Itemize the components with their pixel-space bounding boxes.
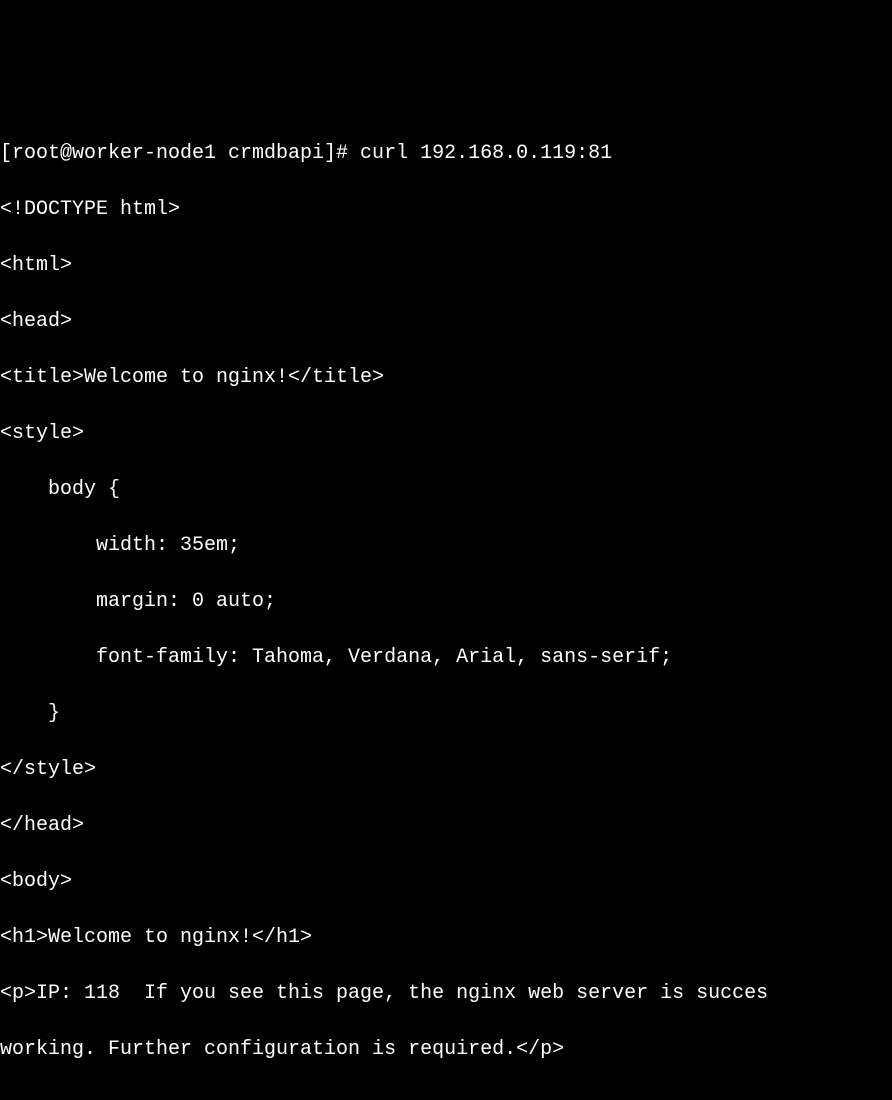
terminal-line: width: 35em; [0, 532, 892, 560]
terminal-line: </head> [0, 812, 892, 840]
terminal-line: font-family: Tahoma, Verdana, Arial, san… [0, 644, 892, 672]
terminal-output[interactable]: [root@worker-node1 crmdbapi]# curl 192.1… [0, 112, 892, 1100]
terminal-line: working. Further configuration is requir… [0, 1036, 892, 1064]
terminal-line: <title>Welcome to nginx!</title> [0, 364, 892, 392]
terminal-line: <body> [0, 868, 892, 896]
terminal-line: } [0, 700, 892, 728]
terminal-line: [root@worker-node1 crmdbapi]# curl 192.1… [0, 140, 892, 168]
terminal-line: <style> [0, 420, 892, 448]
terminal-line: <!DOCTYPE html> [0, 196, 892, 224]
terminal-line: <p>IP: 118 If you see this page, the ngi… [0, 980, 892, 1008]
terminal-line: <head> [0, 308, 892, 336]
terminal-line: body { [0, 476, 892, 504]
terminal-line: <h1>Welcome to nginx!</h1> [0, 924, 892, 952]
terminal-line: </style> [0, 756, 892, 784]
terminal-line: margin: 0 auto; [0, 588, 892, 616]
terminal-line: <html> [0, 252, 892, 280]
